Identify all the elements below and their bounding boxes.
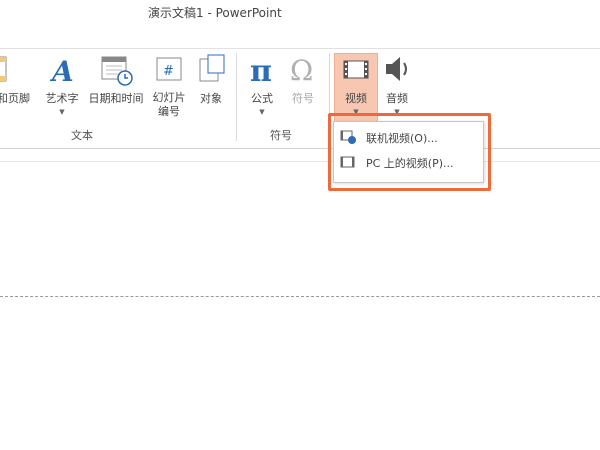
text-group-label: 文本 (71, 129, 93, 142)
slide-number-label: 幻灯片 编号 (152, 91, 186, 118)
slide-number-icon: # (156, 57, 182, 81)
slide-placeholder-border (0, 296, 600, 297)
group-separator (236, 53, 237, 141)
slide-area-border (0, 161, 600, 162)
window-title: 演示文稿1 - PowerPoint (148, 6, 282, 20)
header-footer-icon (0, 56, 7, 82)
header-footer-button[interactable]: 眉和页脚 (0, 49, 30, 105)
header-footer-label: 眉和页脚 (0, 92, 30, 105)
symbol-label: 符号 (292, 92, 314, 105)
title-bar: 演示文稿1 - PowerPoint (0, 0, 600, 28)
date-time-label: 日期和时间 (88, 92, 144, 105)
omega-symbol-icon: Ω (290, 54, 313, 87)
date-time-icon (101, 56, 133, 86)
wordart-label: 艺术字 (45, 92, 79, 105)
symbol-button[interactable]: Ω 符号 (284, 49, 322, 105)
audio-icon (386, 57, 407, 81)
svg-text:A: A (49, 55, 74, 88)
chevron-down-icon: ▼ (59, 108, 65, 116)
audio-label: 音频 (386, 92, 408, 105)
object-button[interactable]: 对象 (192, 49, 230, 105)
slide-number-button[interactable]: # 幻灯片 编号 (148, 49, 190, 118)
svg-text:π: π (250, 54, 272, 89)
equation-button[interactable]: π 公式 ▼ (244, 49, 280, 116)
svg-text:Ω: Ω (290, 54, 313, 87)
ribbon-insert-tab: 眉和页脚 A 艺术字 ▼ 日期和时间 # 幻灯片 编号 (0, 48, 600, 149)
equation-label: 公式 (251, 92, 273, 105)
date-time-button[interactable]: 日期和时间 (84, 49, 148, 105)
wordart-icon: A (49, 55, 74, 88)
video-button[interactable]: 视频 ▼ (334, 49, 378, 116)
svg-text:#: # (163, 64, 174, 79)
wordart-button[interactable]: A 艺术字 ▼ (40, 49, 84, 116)
pi-equation-icon: π (250, 54, 272, 89)
video-label: 视频 (345, 92, 367, 105)
object-icon (199, 54, 225, 82)
audio-button[interactable]: 音频 ▼ (378, 49, 416, 116)
symbol-group-label: 符号 (270, 129, 292, 142)
video-icon (343, 60, 369, 79)
chevron-down-icon: ▼ (259, 108, 265, 116)
annotation-highlight-box (328, 113, 491, 191)
object-label: 对象 (200, 92, 222, 105)
